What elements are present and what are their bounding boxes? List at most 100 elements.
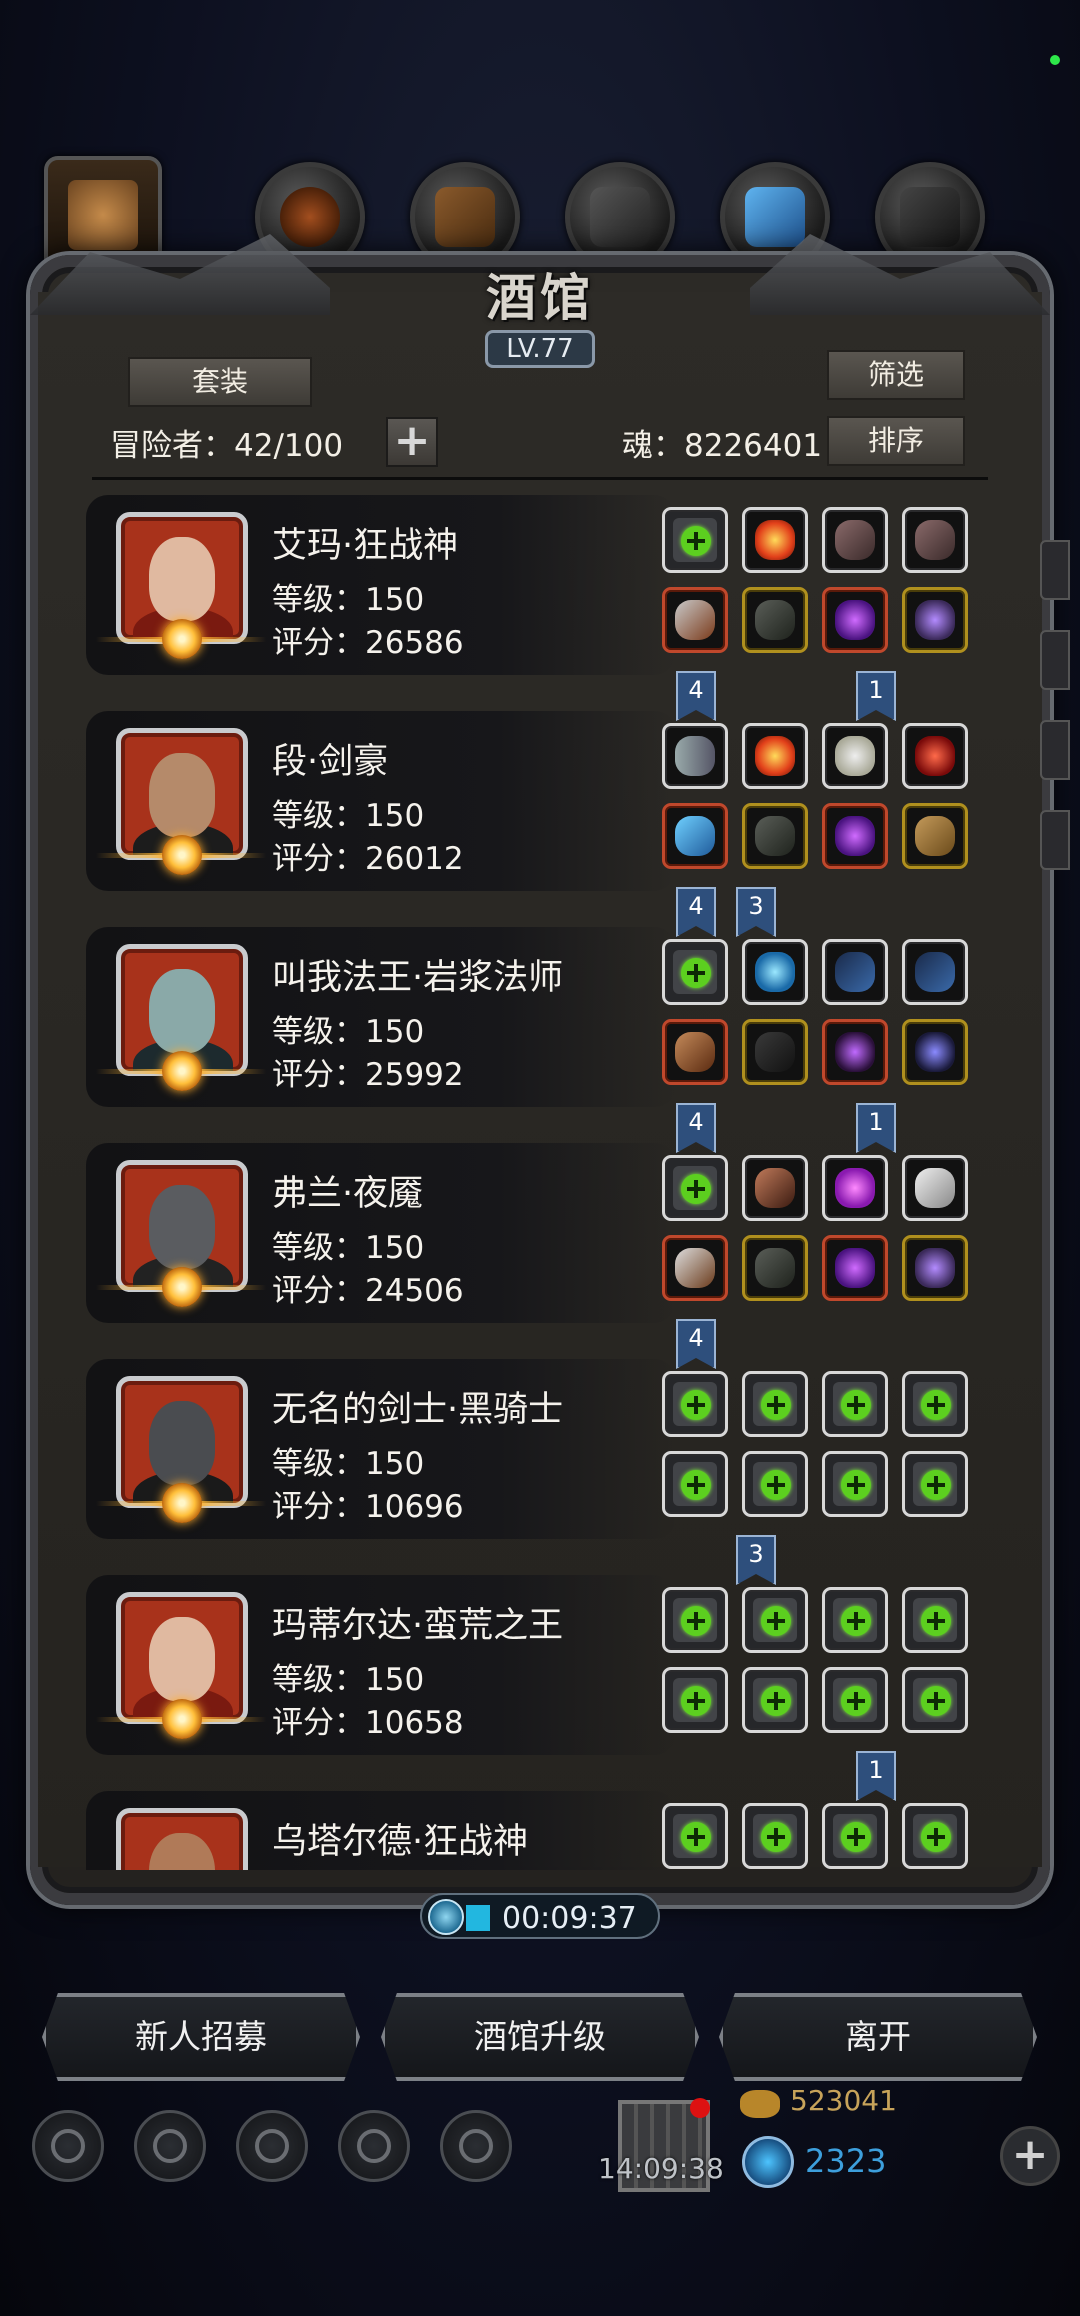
sun-icon	[162, 1267, 202, 1307]
add-equipment-icon	[921, 1822, 951, 1852]
equipment-slot[interactable]	[902, 803, 968, 869]
hero-card[interactable]: 艾玛·狂战神 等级：150 评分：26586	[86, 495, 994, 675]
anvil-icon	[900, 187, 960, 247]
equipment-slot[interactable]	[742, 507, 808, 573]
rank-emblem-icon	[96, 1483, 266, 1523]
add-adventurer-slot-button[interactable]: +	[386, 417, 438, 467]
equipment-slot[interactable]	[902, 1803, 968, 1869]
equipment-slot[interactable]	[742, 1667, 808, 1733]
recruit-button[interactable]: 新人招募	[42, 1993, 360, 2081]
equipment-slot[interactable]	[822, 1451, 888, 1517]
item-whip-icon	[835, 952, 875, 992]
equipment-slot[interactable]	[742, 1803, 808, 1869]
equipment-slot[interactable]	[902, 1235, 968, 1301]
equipment-slot[interactable]	[822, 939, 888, 1005]
equipment-slot[interactable]	[662, 803, 728, 869]
equipment-slot[interactable]	[902, 1667, 968, 1733]
forge-button[interactable]	[440, 2110, 512, 2182]
side-tab[interactable]	[1040, 720, 1070, 780]
item-horn-icon	[915, 1168, 955, 1208]
equipment-slot[interactable]	[662, 507, 728, 573]
hero-card[interactable]: 无名的剑士·黑骑士 等级：150 评分：10696	[86, 1359, 994, 1539]
equipment-slot[interactable]	[822, 587, 888, 653]
equipment-slot[interactable]	[742, 1019, 808, 1085]
sun-icon	[162, 835, 202, 875]
suit-button[interactable]: 套装	[128, 357, 312, 407]
equipment-slot[interactable]	[662, 1155, 728, 1221]
hero-card[interactable]: 弗兰·夜魇 等级：150 评分：24506	[86, 1143, 994, 1323]
add-gems-button[interactable]: +	[1000, 2126, 1060, 2186]
map-button[interactable]	[134, 2110, 206, 2182]
sort-button[interactable]: 排序	[827, 416, 965, 466]
add-equipment-icon	[681, 1174, 711, 1204]
equipment-slot[interactable]	[662, 1587, 728, 1653]
sun-icon	[162, 619, 202, 659]
portrait-face	[149, 1833, 215, 1870]
hero-card[interactable]: 玛蒂尔达·蛮荒之王 等级：150 评分：10658	[86, 1575, 994, 1755]
equipment-slot[interactable]	[902, 939, 968, 1005]
equipment-slot[interactable]	[662, 1371, 728, 1437]
equipment-slot[interactable]	[822, 507, 888, 573]
equipment-slot[interactable]	[662, 1235, 728, 1301]
equipment-slot[interactable]	[742, 1587, 808, 1653]
hero-level: 等级：150	[272, 1014, 425, 1050]
item-pentagram-icon	[915, 1032, 955, 1072]
equipment-slot[interactable]	[822, 1371, 888, 1437]
equipment-slot[interactable]	[662, 587, 728, 653]
equipment-slot[interactable]	[742, 1235, 808, 1301]
equipment-slot[interactable]	[902, 1587, 968, 1653]
item-chain-icon	[675, 736, 715, 776]
equipment-slot[interactable]	[742, 939, 808, 1005]
equipment-slot[interactable]	[822, 723, 888, 789]
upgrade-tavern-button[interactable]: 酒馆升级	[381, 1993, 699, 2081]
side-tab[interactable]	[1040, 810, 1070, 870]
hero-card[interactable]: 乌塔尔德·狂战神	[86, 1791, 994, 1870]
equipment-slot[interactable]	[822, 803, 888, 869]
equipment-slot[interactable]	[902, 1155, 968, 1221]
hero-name: 弗兰·夜魇	[272, 1174, 424, 1214]
equipment-slot[interactable]	[822, 1019, 888, 1085]
equipment-slot[interactable]	[822, 1803, 888, 1869]
hero-card[interactable]: 叫我法王·岩浆法师 等级：150 评分：25992	[86, 927, 994, 1107]
equipment-slot[interactable]	[662, 1451, 728, 1517]
equipment-slot[interactable]	[742, 1451, 808, 1517]
equipment-slot[interactable]	[902, 723, 968, 789]
equipment-slot[interactable]	[902, 1019, 968, 1085]
equipment-slot[interactable]	[742, 1371, 808, 1437]
equipment-slot[interactable]	[822, 1235, 888, 1301]
equipment-slot[interactable]	[822, 1667, 888, 1733]
guild-button[interactable]	[236, 2110, 308, 2182]
status-indicator-dot	[1050, 55, 1060, 65]
equipment-slot[interactable]	[742, 803, 808, 869]
hero-card[interactable]: 段·剑豪 等级：150 评分：26012	[86, 711, 994, 891]
leave-button[interactable]: 离开	[719, 1993, 1037, 2081]
equipment-slot[interactable]	[662, 1019, 728, 1085]
equipment-slot[interactable]	[902, 507, 968, 573]
mail-button[interactable]	[338, 2110, 410, 2182]
hero-score: 评分：10658	[272, 1705, 464, 1741]
settings-button[interactable]	[32, 2110, 104, 2182]
equipment-slot[interactable]	[742, 723, 808, 789]
portrait-face	[149, 753, 215, 837]
equipment-slot[interactable]	[902, 1371, 968, 1437]
filter-button[interactable]: 筛选	[827, 350, 965, 400]
equipment-slot[interactable]	[742, 587, 808, 653]
add-equipment-icon	[761, 1686, 791, 1716]
item-orb-icon	[835, 1248, 875, 1288]
add-equipment-icon	[681, 1606, 711, 1636]
equipment-slot[interactable]	[662, 939, 728, 1005]
hero-portrait[interactable]	[116, 1808, 248, 1870]
equipment-slot[interactable]	[902, 1451, 968, 1517]
item-fire-icon	[755, 520, 795, 560]
equipment-slot[interactable]	[662, 1667, 728, 1733]
equipment-slot[interactable]	[822, 1587, 888, 1653]
add-equipment-icon	[681, 1470, 711, 1500]
equipment-slot[interactable]	[662, 1803, 728, 1869]
equipment-slot[interactable]	[902, 587, 968, 653]
equipment-slot[interactable]	[822, 1155, 888, 1221]
side-tab[interactable]	[1040, 630, 1070, 690]
equipment-slot[interactable]	[742, 1155, 808, 1221]
side-tab[interactable]	[1040, 540, 1070, 600]
equipment-slot[interactable]	[662, 723, 728, 789]
hero-list[interactable]: 艾玛·狂战神 等级：150 评分：26586 段·剑豪 等级：150 评分：26012 叫我…	[86, 495, 994, 1870]
